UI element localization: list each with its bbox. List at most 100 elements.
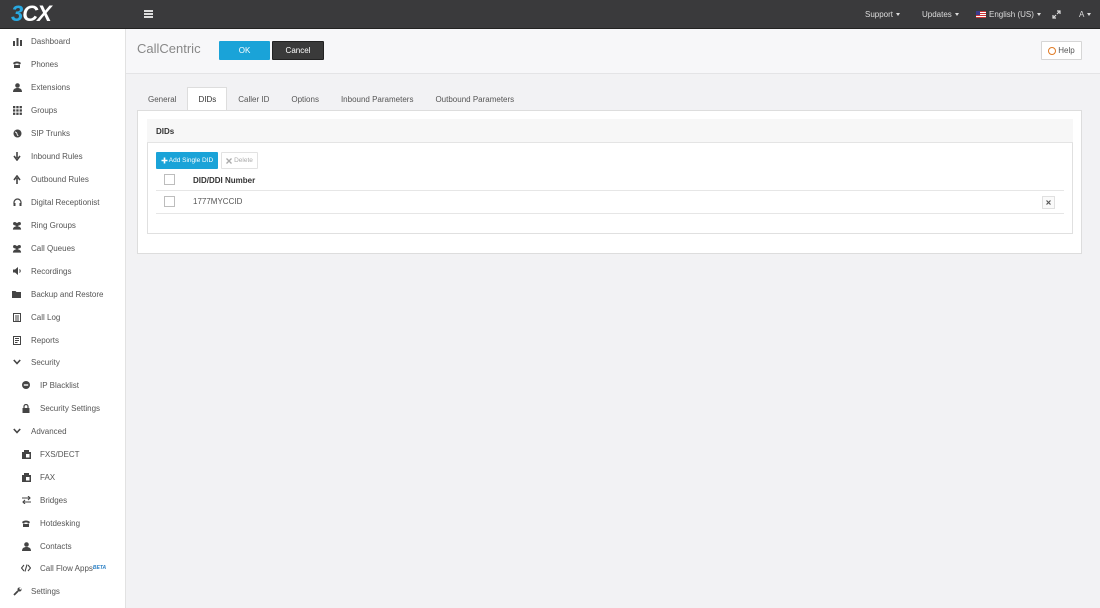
sidebar-item-extensions[interactable]: Extensions <box>0 76 125 98</box>
grid-icon <box>12 105 22 115</box>
arrow-up-icon <box>12 174 22 184</box>
row-checkbox[interactable] <box>164 196 175 207</box>
wrench-icon <box>12 586 22 596</box>
sidebar-item-bridges[interactable]: Bridges <box>0 489 125 511</box>
sidebar-item-settings[interactable]: Settings <box>0 580 125 602</box>
sidebar-item-fxs-dect[interactable]: FXS/DECT <box>0 443 125 465</box>
sidebar-item-label: Security <box>31 357 60 367</box>
sidebar-item-label: Recordings <box>31 266 72 276</box>
sidebar-item-outbound-rules[interactable]: Outbound Rules <box>0 168 125 190</box>
help-label: Help <box>1058 46 1075 55</box>
user-icon <box>21 541 31 551</box>
fax-icon <box>21 472 31 482</box>
phone-icon <box>12 59 22 69</box>
updates-label: Updates <box>922 10 952 19</box>
tab-caller-id[interactable]: Caller ID <box>227 87 280 111</box>
minus-circle-icon <box>21 380 31 390</box>
sidebar-item-label: IP Blacklist <box>40 380 79 390</box>
dids-section-title: DIDs <box>156 127 175 136</box>
sidebar-item-fax[interactable]: FAX <box>0 466 125 488</box>
delete-button[interactable]: Delete <box>221 152 258 169</box>
sidebar-item-security[interactable]: Security <box>0 351 125 373</box>
sidebar-item-contacts[interactable]: Contacts <box>0 535 125 557</box>
sidebar-item-dashboard[interactable]: Dashboard <box>0 30 125 52</box>
sidebar-item-label: Reports <box>31 335 60 345</box>
ok-button[interactable]: OK <box>219 41 270 60</box>
tab-outbound-parameters[interactable]: Outbound Parameters <box>424 87 525 111</box>
list-icon <box>12 312 22 322</box>
caret-down-icon <box>1087 13 1092 16</box>
language-label: English (US) <box>989 10 1034 19</box>
language-menu[interactable]: English (US) <box>976 0 1041 29</box>
sidebar-item-sip-trunks[interactable]: SIP Trunks <box>0 122 125 144</box>
sidebar-item-label: Phones <box>31 59 59 69</box>
app-logo[interactable]: 3CX <box>11 1 52 26</box>
close-icon <box>226 157 233 164</box>
sidebar-item-reports[interactable]: Reports <box>0 329 125 351</box>
caret-down-icon <box>1036 13 1041 16</box>
sidebar-item-call-queues[interactable]: Call Queues <box>0 237 125 259</box>
cancel-button[interactable]: Cancel <box>272 41 324 60</box>
sidebar-item-backup-and-restore[interactable]: Backup and Restore <box>0 283 125 305</box>
tab-dids[interactable]: DIDs <box>187 87 228 111</box>
beta-badge: BETA <box>92 565 107 571</box>
sidebar-item-recordings[interactable]: Recordings <box>0 260 125 282</box>
column-header-did-number: DID/DDI Number <box>193 176 256 185</box>
sidebar-item-label: Extensions <box>31 82 71 92</box>
exchange-icon <box>21 495 31 505</box>
sidebar-item-label: Ring Groups <box>31 220 76 230</box>
tab-general[interactable]: General <box>137 87 187 111</box>
sidebar-item-label: Hotdesking <box>40 518 81 528</box>
sidebar-item-call-log[interactable]: Call Log <box>0 306 125 328</box>
fax-icon <box>21 449 31 459</box>
sidebar-item-ip-blacklist[interactable]: IP Blacklist <box>0 374 125 396</box>
speaker-icon <box>12 266 22 276</box>
bar-chart-icon <box>12 36 22 46</box>
sidebar-item-label: Outbound Rules <box>31 174 89 184</box>
user-menu[interactable]: A <box>1079 0 1092 29</box>
help-button[interactable]: Help <box>1041 41 1082 60</box>
user-label: A <box>1079 10 1085 19</box>
select-all-checkbox[interactable] <box>164 174 175 185</box>
tab-inbound-parameters[interactable]: Inbound Parameters <box>330 87 425 111</box>
lock-icon <box>21 403 31 413</box>
sidebar-item-groups[interactable]: Groups <box>0 99 125 121</box>
row-delete-button[interactable] <box>1042 196 1055 209</box>
tab-options[interactable]: Options <box>280 87 330 111</box>
sidebar-item-digital-receptionist[interactable]: Digital Receptionist <box>0 191 125 213</box>
sidebar-item-inbound-rules[interactable]: Inbound Rules <box>0 145 125 167</box>
phone-icon <box>21 518 31 528</box>
fullscreen-button[interactable] <box>1052 0 1061 29</box>
sidebar-item-label: Call Flow Apps <box>40 563 93 573</box>
sidebar-item-label: Bridges <box>40 495 68 505</box>
support-menu[interactable]: Support <box>865 0 901 29</box>
sidebar-item-advanced[interactable]: Advanced <box>0 420 125 442</box>
sidebar-item-label: Settings <box>31 586 60 596</box>
sidebar-item-label: Security Settings <box>40 403 101 413</box>
menu-toggle-icon[interactable] <box>144 10 153 18</box>
sidebar-item-security-settings[interactable]: Security Settings <box>0 397 125 419</box>
sidebar-item-label: Groups <box>31 105 58 115</box>
folder-icon <box>12 289 22 299</box>
sidebar-item-hotdesking[interactable]: Hotdesking <box>0 512 125 534</box>
sidebar-item-label: Dashboard <box>31 36 71 46</box>
updates-menu[interactable]: Updates <box>922 0 959 29</box>
tab-bar: General DIDs Caller ID Options Inbound P… <box>137 87 525 111</box>
sidebar-item-label: SIP Trunks <box>31 128 70 138</box>
sidebar-item-label: FAX <box>40 472 56 482</box>
table-divider <box>156 190 1064 191</box>
plus-icon <box>161 157 168 164</box>
user-icon <box>12 82 22 92</box>
sidebar-item-label: Call Log <box>31 312 61 322</box>
sidebar-item-ring-groups[interactable]: Ring Groups <box>0 214 125 236</box>
report-icon <box>12 335 22 345</box>
sidebar-item-label: Backup and Restore <box>31 289 104 299</box>
chevron-down-icon <box>12 426 22 436</box>
caret-down-icon <box>896 13 901 16</box>
sidebar-item-label: Digital Receptionist <box>31 197 100 207</box>
sidebar-item-phones[interactable]: Phones <box>0 53 125 75</box>
sidebar-item-label: Advanced <box>31 426 67 436</box>
sidebar-item-call-flow-apps[interactable]: Call Flow Apps BETA <box>0 557 125 579</box>
add-single-did-button[interactable]: Add Single DID <box>156 152 218 169</box>
headset-icon <box>12 197 22 207</box>
